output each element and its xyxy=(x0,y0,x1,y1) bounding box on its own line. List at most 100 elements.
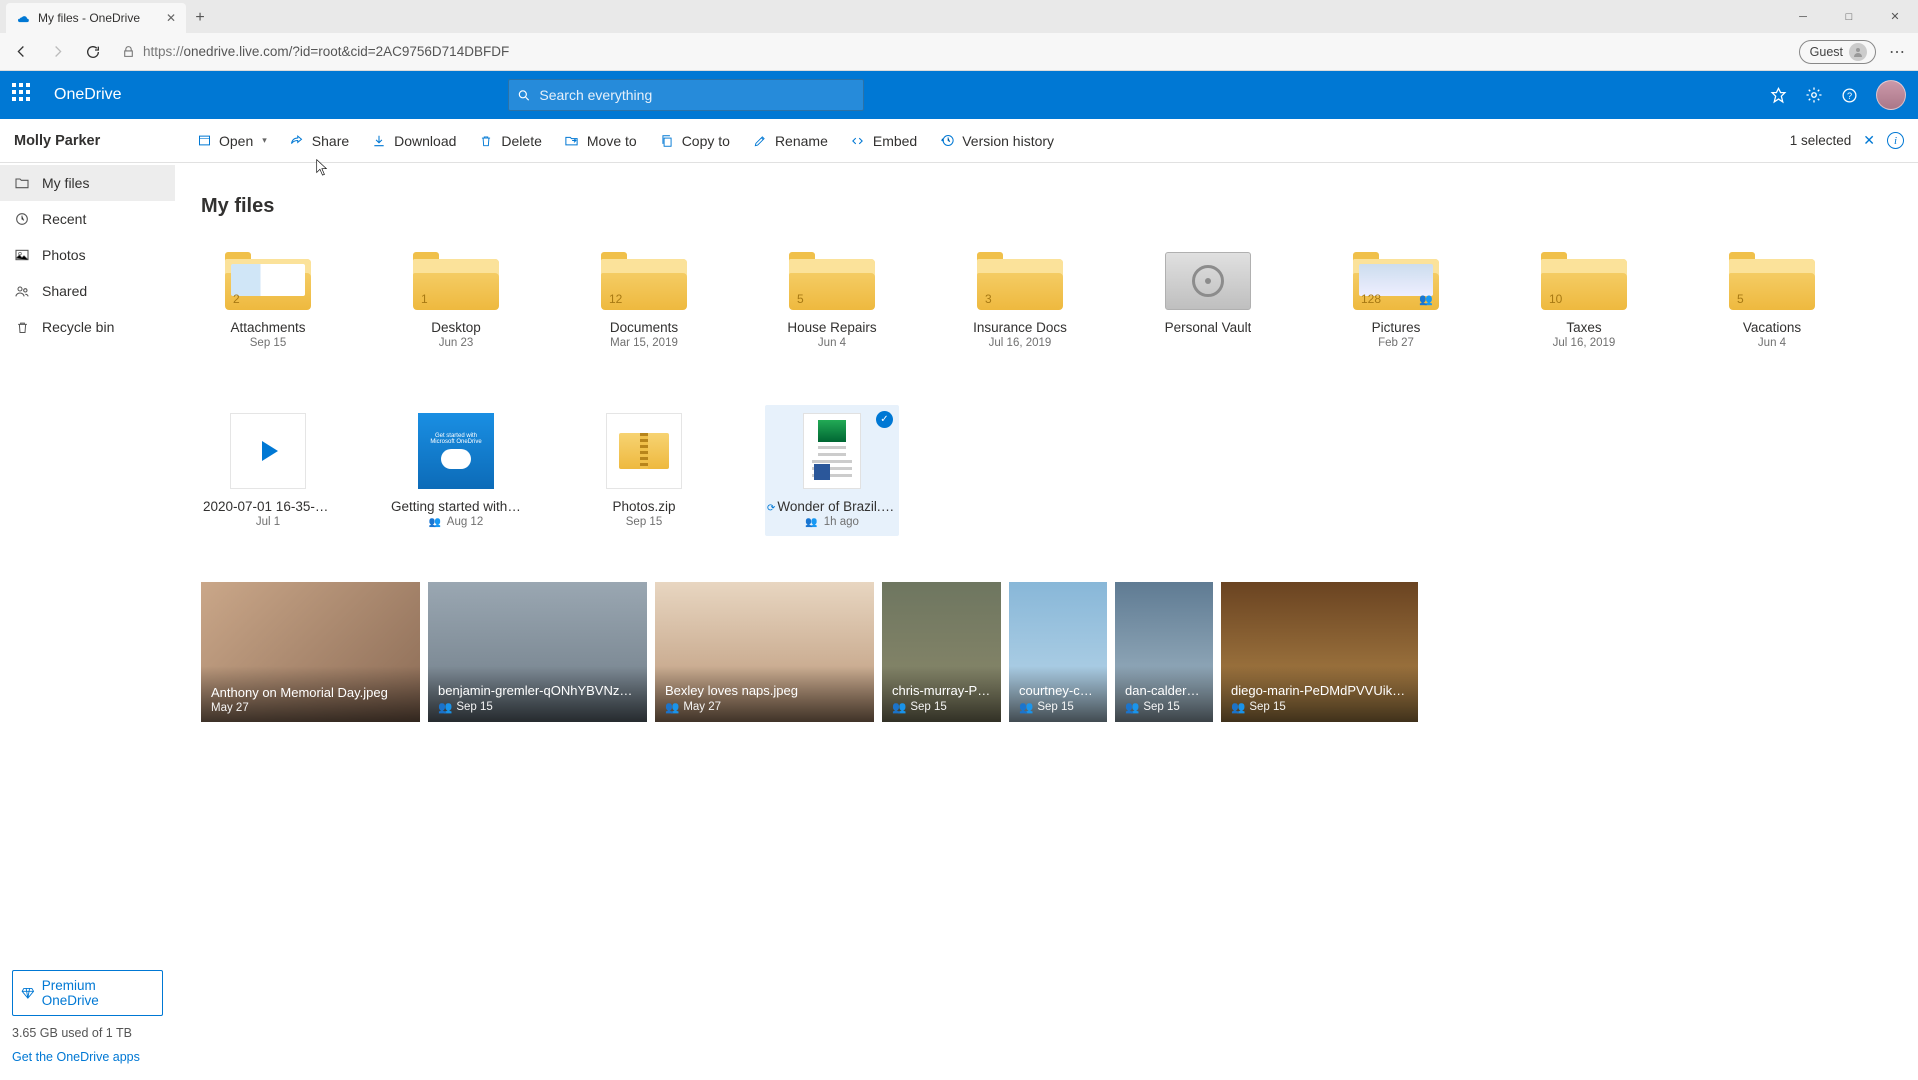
photos-row: Anthony on Memorial Day.jpegMay 27benjam… xyxy=(201,582,1918,722)
photo-name: chris-murray-PXVQ… xyxy=(892,683,991,698)
files-grid: 2020-07-01 16-35-10.m…Jul 1 Get started w… xyxy=(201,405,1918,536)
item-name: Insurance Docs xyxy=(973,320,1067,335)
close-window-button[interactable]: ✕ xyxy=(1872,0,1918,33)
video-thumb xyxy=(230,413,306,489)
address-bar[interactable]: https://onedrive.live.com/?id=root&cid=2… xyxy=(114,37,1793,67)
browser-toolbar: https://onedrive.live.com/?id=root&cid=2… xyxy=(0,33,1918,71)
sidebar-item-photos[interactable]: Photos xyxy=(0,237,175,273)
vault-icon xyxy=(1165,252,1251,310)
folder-icon: 1 xyxy=(413,252,499,310)
file-item[interactable]: Photos.zipSep 15 xyxy=(577,405,711,536)
sidebar-item-label: Recent xyxy=(42,211,86,227)
app-brand[interactable]: OneDrive xyxy=(54,86,122,104)
user-avatar[interactable] xyxy=(1876,80,1906,110)
photo-tile[interactable]: Anthony on Memorial Day.jpegMay 27 xyxy=(201,582,420,722)
item-date: Mar 15, 2019 xyxy=(610,337,678,349)
file-item[interactable]: Get started withMicrosoft OneDrive Gettin… xyxy=(389,405,523,536)
tab-title: My files - OneDrive xyxy=(38,11,140,25)
download-icon xyxy=(371,134,387,148)
sidebar-item-myfiles[interactable]: My files xyxy=(0,165,175,201)
open-button[interactable]: Open▾ xyxy=(185,127,278,155)
profile-button[interactable]: Guest xyxy=(1799,40,1876,64)
folder-item[interactable]: 2AttachmentsSep 15 xyxy=(201,244,335,357)
sidebar-item-recent[interactable]: Recent xyxy=(0,201,175,237)
search-icon xyxy=(517,88,531,103)
clear-selection-button[interactable]: ✕ xyxy=(1863,132,1875,149)
item-date: Jul 16, 2019 xyxy=(989,337,1052,349)
window-controls: ─ □ ✕ xyxy=(1780,0,1918,33)
new-tab-button[interactable]: + xyxy=(186,3,214,33)
info-button[interactable]: i xyxy=(1887,132,1904,149)
url-text: onedrive.live.com/?id=root&cid=2AC9756D7… xyxy=(184,44,510,59)
folder-item[interactable]: 10TaxesJul 16, 2019 xyxy=(1517,244,1651,357)
shared-badge-icon: 👥 xyxy=(429,517,441,528)
command-bar: Molly Parker Open▾ Share Download Delete… xyxy=(0,119,1918,163)
minimize-button[interactable]: ─ xyxy=(1780,0,1826,33)
sidebar: My files Recent Photos Shared Recycle bi… xyxy=(0,163,175,1080)
folder-item[interactable]: 12DocumentsMar 15, 2019 xyxy=(577,244,711,357)
folder-item[interactable]: 128👥PicturesFeb 27 xyxy=(1329,244,1463,357)
page-title: My files xyxy=(201,195,1918,218)
copy-button[interactable]: Copy to xyxy=(648,127,741,155)
folder-item[interactable]: Personal Vault xyxy=(1141,244,1275,357)
search-box[interactable] xyxy=(508,79,864,111)
shared-icon xyxy=(14,283,30,299)
shared-badge-icon: 👥 xyxy=(805,517,817,528)
move-button[interactable]: Move to xyxy=(553,127,648,155)
folder-count: 5 xyxy=(1737,292,1744,306)
chevron-down-icon: ▾ xyxy=(262,135,267,146)
rename-button[interactable]: Rename xyxy=(741,127,839,155)
diamond-icon xyxy=(21,986,35,1000)
photo-tile[interactable]: Bexley loves naps.jpeg👥May 27 xyxy=(655,582,874,722)
embed-button[interactable]: Embed xyxy=(839,127,928,155)
sidebar-item-shared[interactable]: Shared xyxy=(0,273,175,309)
shared-badge-icon: 👥 xyxy=(1125,700,1139,714)
folder-count: 10 xyxy=(1549,292,1562,306)
download-button[interactable]: Download xyxy=(360,127,467,155)
photo-tile[interactable]: chris-murray-PXVQ…👥Sep 15 xyxy=(882,582,1001,722)
settings-icon[interactable] xyxy=(1805,86,1823,104)
delete-button[interactable]: Delete xyxy=(467,127,552,155)
photo-tile[interactable]: diego-marin-PeDMdPVVUik-unsplas…👥Sep 15 xyxy=(1221,582,1418,722)
file-item[interactable]: ✓⟳Wonder of Brazil.docx👥 1h ago xyxy=(765,405,899,536)
premium-icon[interactable] xyxy=(1770,87,1787,104)
app-launcher-icon[interactable] xyxy=(12,83,36,107)
help-icon[interactable]: ? xyxy=(1841,87,1858,104)
browser-menu-button[interactable]: ⋯ xyxy=(1882,42,1912,62)
back-button[interactable] xyxy=(6,37,36,67)
get-apps-link[interactable]: Get the OneDrive apps xyxy=(12,1050,163,1064)
file-item[interactable]: 2020-07-01 16-35-10.m…Jul 1 xyxy=(201,405,335,536)
photo-tile[interactable]: courtney-cook-…👥Sep 15 xyxy=(1009,582,1107,722)
folder-item[interactable]: 3 Insurance Docs Jul 16, 2019 xyxy=(953,244,1087,357)
folder-icon: 3 xyxy=(977,252,1063,310)
folder-icon: 10 xyxy=(1541,252,1627,310)
browser-tab[interactable]: My files - OneDrive ✕ xyxy=(6,3,186,33)
forward-button[interactable] xyxy=(42,37,72,67)
photos-icon xyxy=(14,247,30,263)
getstarted-thumb: Get started withMicrosoft OneDrive xyxy=(418,413,494,489)
maximize-button[interactable]: □ xyxy=(1826,0,1872,33)
sidebar-item-recyclebin[interactable]: Recycle bin xyxy=(0,309,175,345)
photo-tile[interactable]: dan-calderwoo…👥Sep 15 xyxy=(1115,582,1213,722)
embed-icon xyxy=(850,134,866,148)
premium-button[interactable]: Premium OneDrive xyxy=(12,970,163,1016)
photo-name: Bexley loves naps.jpeg xyxy=(665,683,864,698)
folder-item[interactable]: 5VacationsJun 4 xyxy=(1705,244,1839,357)
item-name: Pictures xyxy=(1372,320,1421,335)
photo-name: Anthony on Memorial Day.jpeg xyxy=(211,685,410,700)
folder-item[interactable]: 1DesktopJun 23 xyxy=(389,244,523,357)
refresh-button[interactable] xyxy=(78,37,108,67)
item-name: Getting started with On… xyxy=(391,499,521,514)
share-icon xyxy=(289,133,305,148)
item-date: 👥 Aug 12 xyxy=(429,516,483,528)
photo-tile[interactable]: benjamin-gremler-qONhYBVNz1c-unspla…👥Sep… xyxy=(428,582,647,722)
search-input[interactable] xyxy=(539,87,855,103)
photo-name: diego-marin-PeDMdPVVUik-unsplas… xyxy=(1231,683,1408,698)
photo-name: dan-calderwoo… xyxy=(1125,683,1203,698)
close-tab-icon[interactable]: ✕ xyxy=(166,11,176,25)
photo-date: 👥Sep 15 xyxy=(1019,700,1097,714)
folder-item[interactable]: 5House RepairsJun 4 xyxy=(765,244,899,357)
version-history-button[interactable]: Version history xyxy=(928,127,1065,155)
folder-count: 5 xyxy=(797,292,804,306)
share-button[interactable]: Share xyxy=(278,127,360,155)
